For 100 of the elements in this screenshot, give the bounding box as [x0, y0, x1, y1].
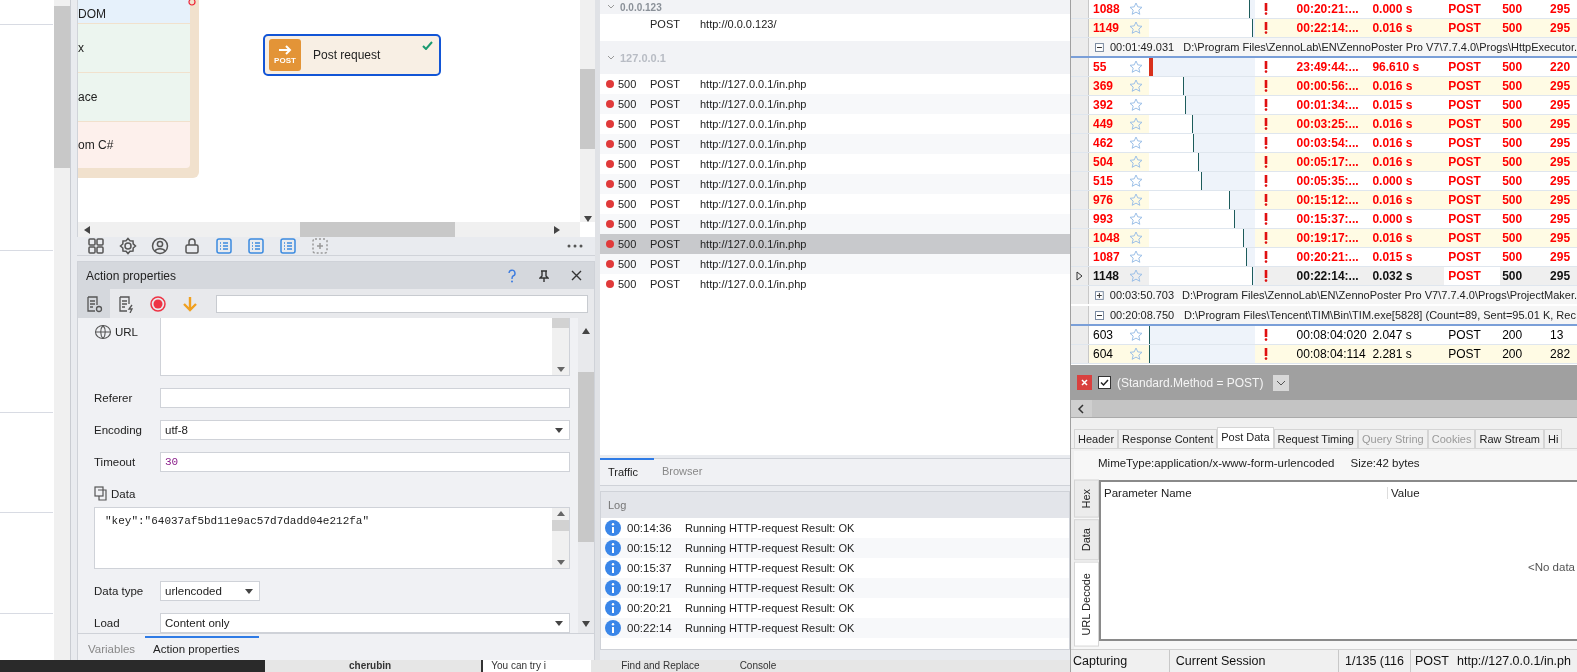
grid-icon[interactable] [87, 237, 105, 255]
scrollbar[interactable] [578, 318, 594, 633]
row-header[interactable] [1071, 267, 1089, 285]
session-row[interactable]: 1048 00:19:17:... 0.016 s POST 500 295 [1071, 229, 1577, 248]
down-arrow-icon [556, 367, 565, 372]
traffic-row[interactable]: 500 POST http://127.0.0.1/in.php [600, 174, 1070, 194]
tab[interactable]: Request Timing [1273, 429, 1358, 448]
group-item[interactable]: om C# [78, 122, 190, 168]
tab[interactable]: Hex [1074, 479, 1099, 518]
user-icon[interactable] [151, 237, 169, 255]
group-item[interactable]: ace [78, 73, 190, 121]
find-tab[interactable]: Find and Replace [621, 660, 700, 672]
tab[interactable]: Data [1074, 519, 1099, 561]
time-cell: 00:22:14:... [1294, 267, 1369, 285]
session-row[interactable]: 976 00:15:12:... 0.016 s POST 500 295 [1071, 191, 1577, 210]
checkbox[interactable] [1098, 376, 1111, 389]
node-label: Post request [313, 48, 381, 62]
tab[interactable]: Response Content [1118, 429, 1218, 448]
properties-tab[interactable] [78, 289, 110, 318]
group-item[interactable]: x [78, 24, 190, 72]
traffic-row[interactable]: POST http://0.0.0.123/ [600, 14, 1070, 34]
more-icon[interactable] [567, 244, 583, 248]
session-row[interactable]: 1149 00:22:14:... 0.016 s POST 500 295 [1071, 19, 1577, 38]
scrollbar[interactable] [1071, 400, 1577, 418]
scrollbar[interactable] [78, 222, 580, 237]
lock-icon[interactable] [183, 237, 201, 255]
status-cell: 500 [1500, 77, 1551, 95]
tab[interactable]: Raw Stream [1475, 429, 1544, 448]
url-text: http://127.0.0.1/in.php [700, 98, 808, 110]
session-row[interactable]: 1148 00:22:14:... 0.032 s POST 500 295 [1071, 267, 1577, 286]
dropdown[interactable]: Content only [160, 613, 570, 633]
method-text: POST [650, 198, 681, 210]
info-icon [605, 520, 621, 536]
scrollbar[interactable] [552, 508, 569, 568]
time-cell: 00:03:25:... [1294, 115, 1369, 133]
traffic-row[interactable]: 500 POST http://127.0.0.1/in.php [600, 134, 1070, 154]
pin-icon[interactable] [539, 269, 549, 282]
group-row[interactable]: 00:01:49.031 D:\Program Files\ZennoLab\EN\ZennoPoster Pro V7\7.7.4.0\Progs\HttpExecutor. [1089, 38, 1577, 56]
list-icon[interactable] [247, 237, 265, 255]
size-cell-text: 220 [1550, 59, 1572, 76]
url-text: http://127.0.0.1/in.php [700, 118, 808, 130]
tab[interactable]: URL Decode [1074, 562, 1099, 647]
field-label: Encoding [94, 424, 143, 436]
list-icon[interactable] [279, 237, 297, 255]
url-text: http://127.0.0.1/in.php [700, 158, 808, 170]
traffic-row[interactable]: 500 POST http://127.0.0.1/in.php [600, 194, 1070, 214]
column-header[interactable]: Value [1388, 487, 1420, 499]
dropdown-icon[interactable] [1273, 374, 1290, 391]
traffic-row[interactable]: 500 POST http://127.0.0.1/in.php [600, 274, 1070, 294]
column-header[interactable]: Parameter Name [1101, 487, 1388, 499]
traffic-row[interactable]: 500 POST http://127.0.0.1/in.php [600, 214, 1070, 234]
status-text: http://127.0.0.1/in.ph [1456, 653, 1572, 670]
time-cell: 00:19:17:... [1294, 229, 1369, 247]
method-text: POST [650, 278, 681, 290]
action-node[interactable]: POST Post request [263, 34, 441, 76]
session-row[interactable]: 369 00:00:56:... 0.016 s POST 500 295 [1071, 77, 1577, 96]
tab[interactable]: Traffic [600, 458, 654, 485]
dropdown[interactable]: utf-8 [160, 420, 570, 440]
time-cell-text: 00:01:34:... [1295, 97, 1360, 114]
close-icon[interactable] [1077, 375, 1092, 390]
input-field[interactable]: 30 [160, 452, 570, 472]
group-item[interactable]: DOM [78, 0, 190, 23]
traffic-row[interactable]: 500 POST http://127.0.0.1/in.php [600, 74, 1070, 94]
tab[interactable]: Post Data [1217, 427, 1274, 448]
size-cell-text: 295 [1550, 249, 1572, 266]
hint-text: You can try i [481, 660, 592, 672]
settings-icon[interactable] [119, 237, 137, 255]
scrollbar[interactable] [580, 0, 595, 222]
down-arrow-icon[interactable] [181, 294, 199, 313]
traffic-row[interactable]: 500 POST http://127.0.0.1/in.php [600, 114, 1070, 134]
close-icon[interactable] [571, 270, 582, 281]
traffic-row[interactable]: 500 POST http://127.0.0.1/in.php [600, 234, 1070, 254]
session-row[interactable]: 504 00:05:17:... 0.016 s POST 500 295 [1071, 153, 1577, 172]
session-row[interactable]: 449 00:03:25:... 0.016 s POST 500 295 [1071, 115, 1577, 134]
group-row[interactable]: 00:20:08.750 D:\Program Files\Tencent\TIM\Bin\TIM.exe[5828] (Count=89, Sent=95.01 K, Rec [1089, 306, 1577, 324]
id-cell-text: 603 [1092, 327, 1115, 344]
search-field[interactable] [216, 294, 588, 313]
console-tab[interactable]: Console [739, 660, 777, 672]
traffic-row[interactable]: 500 POST http://127.0.0.1/in.php [600, 254, 1070, 274]
duration-cell: 0.016 s [1368, 229, 1445, 247]
duration-cell: 0.016 s [1368, 153, 1445, 171]
add-icon[interactable] [311, 237, 329, 255]
group-row[interactable]: 00:03:50.703 D:\Program Files\ZennoLab\EN\ZennoPoster Pro V7\7.7.4.0\Progs\ProjectMaker. [1089, 286, 1577, 304]
method-cell: POST [1444, 229, 1501, 247]
list-icon[interactable] [215, 237, 233, 255]
time-cell-text: 00:20:21:... [1295, 1, 1360, 18]
input-field[interactable] [160, 388, 570, 408]
dropdown[interactable]: urlencoded [160, 581, 260, 601]
text-area[interactable] [160, 318, 570, 376]
log-time: 00:20:21 [627, 602, 673, 614]
traffic-row[interactable]: 500 POST http://127.0.0.1/in.php [600, 94, 1070, 114]
status-text: POST [1413, 653, 1450, 670]
text-area[interactable]: "key":"64037af5bd11e9ac57d7dadd04e212fa" [94, 507, 570, 569]
session-row[interactable]: 604 00:08:04:114 2.281 s POST 200 282 [1071, 345, 1577, 364]
document-gear-icon [85, 294, 103, 313]
traffic-row[interactable]: 500 POST http://127.0.0.1/in.php [600, 154, 1070, 174]
help-icon[interactable] [507, 268, 517, 283]
record-icon[interactable] [149, 294, 167, 313]
tab[interactable]: Header [1074, 429, 1119, 448]
scrollbar[interactable] [552, 318, 569, 375]
